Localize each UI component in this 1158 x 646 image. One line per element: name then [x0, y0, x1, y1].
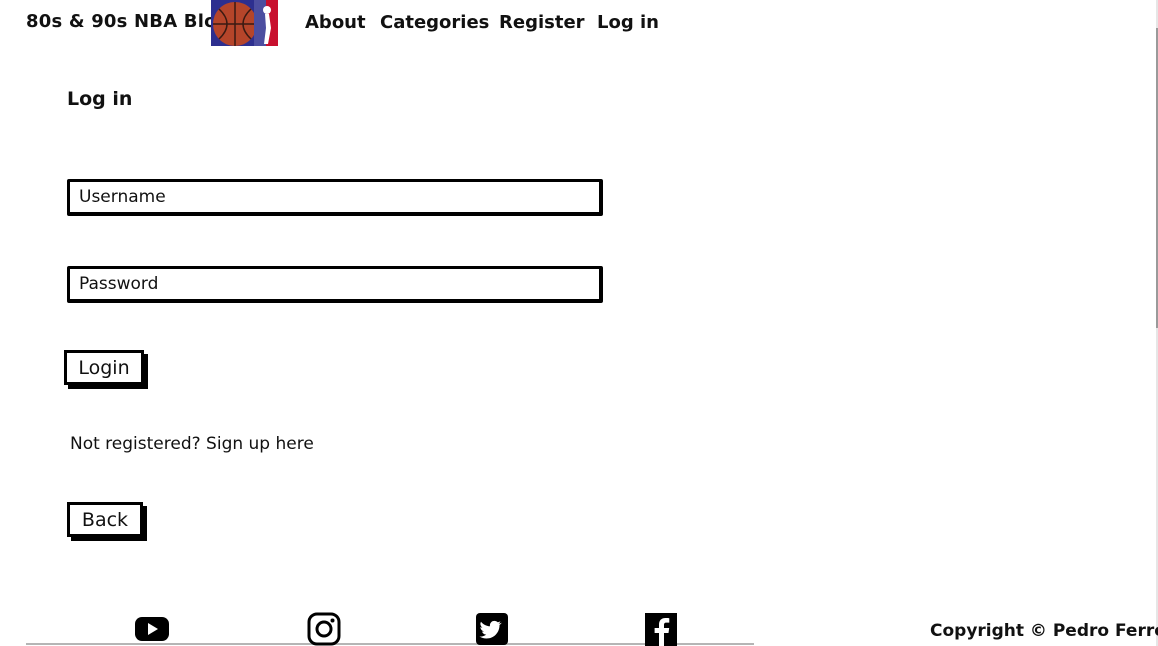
- login-button[interactable]: Login: [64, 350, 144, 385]
- back-button[interactable]: Back: [67, 502, 143, 537]
- signup-link[interactable]: Not registered? Sign up here: [70, 434, 314, 454]
- nav-link-login[interactable]: Log in: [597, 12, 659, 33]
- nav-link-about[interactable]: About: [305, 12, 366, 33]
- instagram-icon[interactable]: [306, 612, 342, 646]
- username-field-frame: [67, 179, 603, 216]
- copyright-text: Copyright © Pedro Ferreira: [930, 621, 1158, 641]
- twitter-icon[interactable]: [474, 612, 510, 646]
- password-field-frame: [67, 266, 603, 303]
- username-input[interactable]: [70, 182, 599, 212]
- brand-title[interactable]: 80s & 90s NBA Blog: [26, 11, 230, 32]
- nba-basketball-logo-icon[interactable]: [211, 0, 278, 46]
- page-title: Log in: [67, 88, 133, 110]
- nav-link-register[interactable]: Register: [499, 12, 585, 33]
- navbar: 80s & 90s NBA Blog About Categories Regi…: [0, 0, 1158, 48]
- youtube-icon[interactable]: [134, 612, 170, 646]
- page: 80s & 90s NBA Blog About Categories Regi…: [0, 0, 1158, 646]
- password-input[interactable]: [70, 269, 599, 299]
- facebook-icon[interactable]: [643, 612, 679, 646]
- nav-link-categories[interactable]: Categories: [380, 12, 489, 33]
